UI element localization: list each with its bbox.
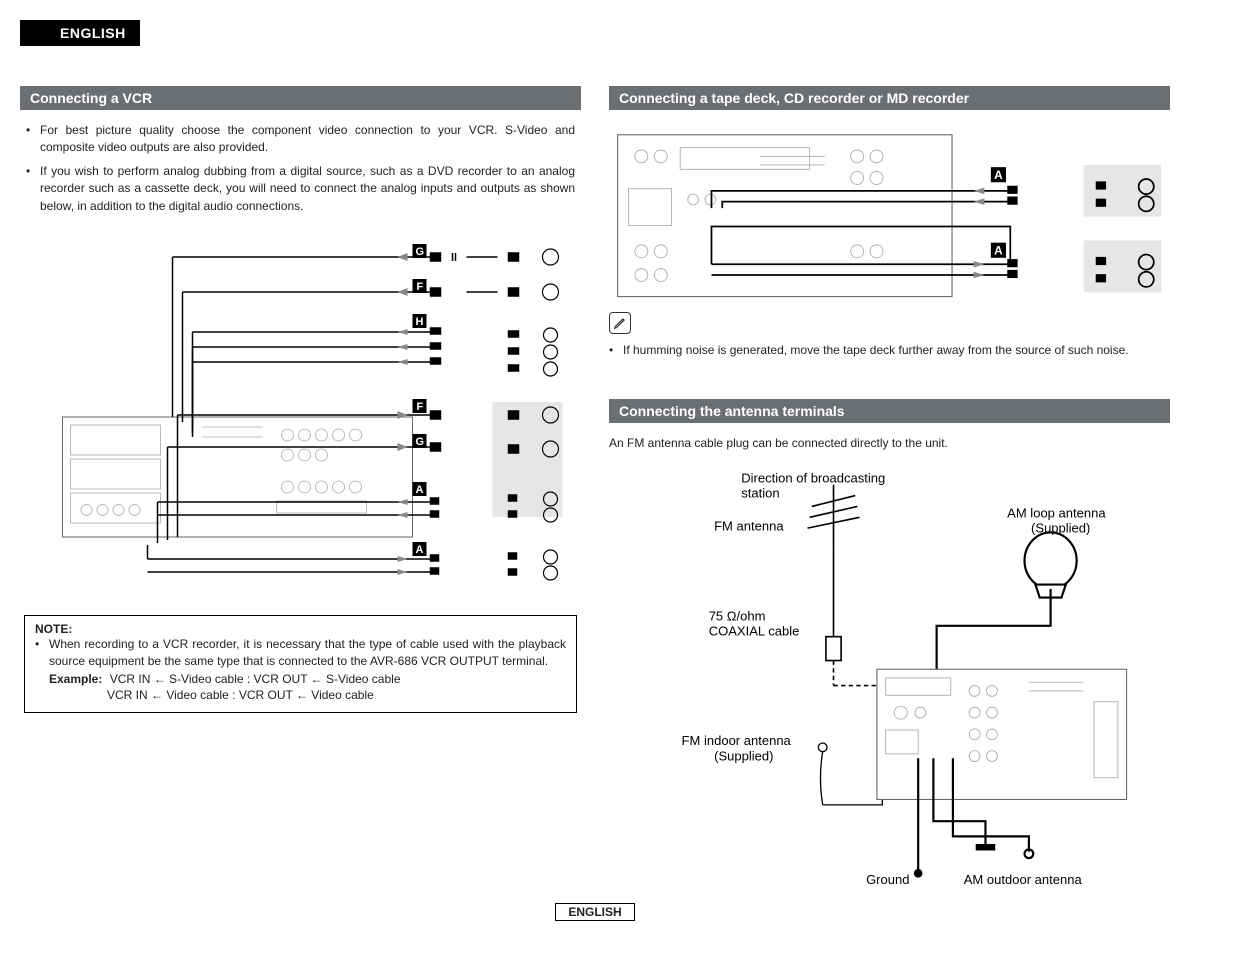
svg-text:A: A [416,484,424,496]
label-am-outdoor: AM outdoor antenna [964,872,1083,887]
antenna-paragraph: An FM antenna cable plug can be connecte… [609,435,1170,452]
left-column: Connecting a VCR • For best picture qual… [20,86,581,863]
vcr-wiring-diagram: G F H F G A A [44,237,581,597]
manual-page: ENGLISH Connecting a VCR • For best pict… [0,0,1235,961]
example-label: Example: [49,672,102,686]
svg-text:F: F [417,281,424,293]
example-row: Example: VCR IN ← S-Video cable : VCR OU… [49,672,566,686]
svg-text:COAXIAL cable: COAXIAL cable [709,623,800,638]
antenna-diagram: Direction of broadcasting station FM ant… [649,463,1170,863]
bullet-icon: • [26,122,34,157]
humming-note: • If humming noise is generated, move th… [609,342,1170,359]
note-box: NOTE: • When recording to a VCR recorder… [24,615,577,713]
svg-text:G: G [416,436,425,448]
example-row: VCR IN ← Video cable : VCR OUT ← Video c… [107,688,566,702]
right-column: Connecting a tape deck, CD recorder or M… [609,86,1170,863]
example-line: VCR IN ← Video cable : VCR OUT ← Video c… [107,688,374,702]
vcr-bullet-list: • For best picture quality choose the co… [20,122,581,215]
bullet-icon: • [609,342,617,359]
label-am-loop: AM loop antenna [1007,505,1106,520]
label-fm-antenna: FM antenna [714,518,784,533]
section-header-vcr: Connecting a VCR [20,86,581,110]
bullet-text: If you wish to perform analog dubbing fr… [40,163,575,215]
label-fm-indoor: FM indoor antenna [682,733,792,748]
tapedeck-wiring-diagram: A A [609,124,1170,294]
svg-text:A: A [994,244,1003,258]
language-tab: ENGLISH [20,20,140,46]
note-body: • When recording to a VCR recorder, it i… [35,636,566,670]
section-header-antenna: Connecting the antenna terminals [609,399,1170,423]
svg-text:A: A [994,168,1003,182]
bullet-icon: • [26,163,34,215]
bullet-text: For best picture quality choose the comp… [40,122,575,157]
svg-text:station: station [741,486,779,501]
list-item: • If you wish to perform analog dubbing … [26,163,575,215]
section-header-tapedeck: Connecting a tape deck, CD recorder or M… [609,86,1170,110]
svg-text:G: G [416,246,425,258]
note-label: NOTE: [35,622,566,636]
list-item: • For best picture quality choose the co… [26,122,575,157]
pencil-icon [609,312,631,334]
label-coax: 75 Ω/ohm [709,608,766,623]
svg-text:A: A [416,544,424,556]
label-direction: Direction of broadcasting [741,470,885,485]
svg-text:(Supplied): (Supplied) [714,748,773,763]
two-column-layout: Connecting a VCR • For best picture qual… [20,86,1170,863]
svg-text:(Supplied): (Supplied) [1031,520,1090,535]
footer-language-tag: ENGLISH [20,903,1170,921]
footer-language-text: ENGLISH [555,903,634,921]
svg-text:H: H [416,316,424,328]
svg-text:F: F [417,401,424,413]
bullet-icon: • [35,636,43,670]
label-ground: Ground [866,872,909,887]
humming-note-text: If humming noise is generated, move the … [623,342,1129,359]
example-line: VCR IN ← S-Video cable : VCR OUT ← S-Vid… [110,672,401,686]
note-text: When recording to a VCR recorder, it is … [49,636,566,670]
